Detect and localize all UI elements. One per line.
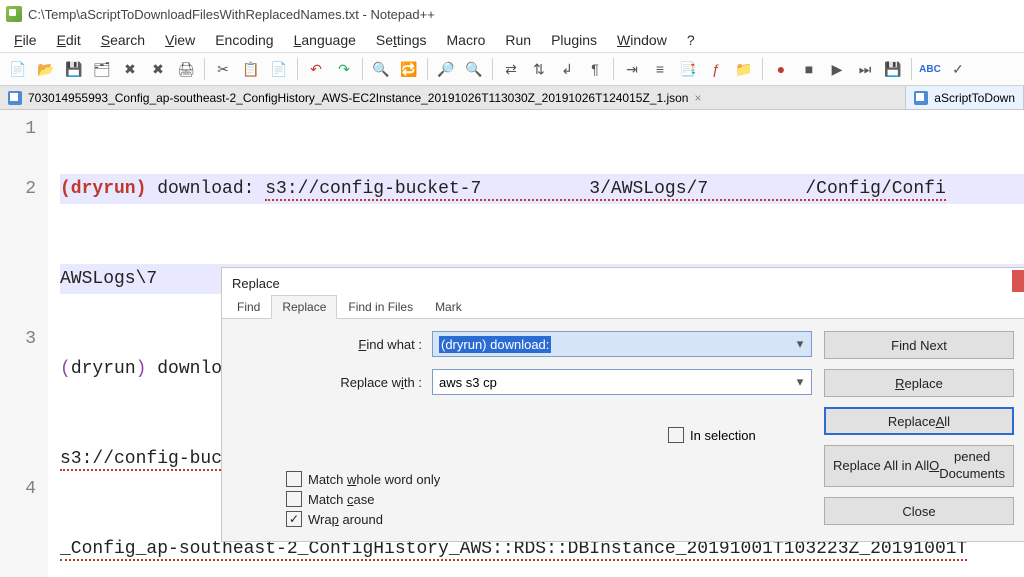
copy-icon[interactable]: 📋 (239, 57, 263, 81)
matchcase-label: Match case (308, 492, 374, 507)
rec-icon[interactable]: ● (769, 57, 793, 81)
menu-language[interactable]: Language (284, 29, 366, 51)
in-selection-label: In selection (690, 428, 756, 443)
menu-settings[interactable]: Settings (366, 29, 437, 51)
replace-button[interactable]: Replace (824, 369, 1014, 397)
closeall-icon[interactable]: ✖ (146, 57, 170, 81)
replace-all-button[interactable]: Replace All (824, 407, 1014, 435)
menu-plugins[interactable]: Plugins (541, 29, 607, 51)
menu-encoding[interactable]: Encoding (205, 29, 283, 51)
replacewith-input[interactable]: aws s3 cp ▾ (432, 369, 812, 395)
doc-icon (8, 91, 22, 105)
dialog-title: Replace (222, 270, 1024, 295)
replacewith-value: aws s3 cp (439, 375, 497, 390)
tab-find[interactable]: Find (226, 295, 271, 319)
checkbox-icon[interactable] (668, 427, 684, 443)
find-icon[interactable]: 🔍 (369, 57, 393, 81)
close-icon[interactable]: ✖ (118, 57, 142, 81)
savem-icon[interactable]: 💾 (881, 57, 905, 81)
findwhat-input[interactable]: (dryrun) download: ▾ (432, 331, 812, 357)
document-tabs: 703014955993_Config_ap-southeast-2_Confi… (0, 86, 1024, 110)
line-number: 3 (0, 324, 36, 354)
gutter: 1 2 3 4 (0, 110, 48, 577)
undo-icon[interactable]: ↶ (304, 57, 328, 81)
cut-icon[interactable]: ✂ (211, 57, 235, 81)
doc-tab-1[interactable]: 703014955993_Config_ap-southeast-2_Confi… (0, 86, 906, 109)
line-number: 4 (0, 474, 36, 504)
replacewith-label: Replace with : (232, 375, 432, 390)
menubar: File Edit Search View Encoding Language … (0, 28, 1024, 52)
dialog-close-icon[interactable] (1012, 270, 1024, 292)
redo-icon[interactable]: ↷ (332, 57, 356, 81)
doc-tab-1-label: 703014955993_Config_ap-southeast-2_Confi… (28, 91, 688, 105)
close-icon[interactable]: × (694, 91, 701, 105)
close-button[interactable]: Close (824, 497, 1014, 525)
new-icon[interactable]: 📄 (6, 57, 30, 81)
guide-icon[interactable]: ≡ (648, 57, 672, 81)
paste-icon[interactable]: 📄 (267, 57, 291, 81)
saveall-icon[interactable]: 🗂 (90, 57, 114, 81)
play-icon[interactable]: ▶ (825, 57, 849, 81)
checkbox-icon[interactable] (286, 491, 302, 507)
find-next-button[interactable]: Find Next (824, 331, 1014, 359)
checkbox-icon[interactable]: ✓ (286, 511, 302, 527)
titlebar: C:\Temp\aScriptToDownloadFilesWithReplac… (0, 0, 1024, 28)
doc-icon[interactable]: 📑 (676, 57, 700, 81)
spell2-icon[interactable]: ✓ (946, 57, 970, 81)
allchars-icon[interactable]: ¶ (583, 57, 607, 81)
line-number: 2 (0, 174, 36, 204)
doc-icon (914, 91, 928, 105)
menu-window[interactable]: Window (607, 29, 677, 51)
indent-icon[interactable]: ⇥ (620, 57, 644, 81)
zoomin-icon[interactable]: 🔎 (434, 57, 458, 81)
stop-icon[interactable]: ■ (797, 57, 821, 81)
func-icon[interactable]: ƒ (704, 57, 728, 81)
menu-macro[interactable]: Macro (437, 29, 496, 51)
tab-findinfiles[interactable]: Find in Files (337, 295, 424, 319)
replace-dialog: Replace Find Replace Find in Files Mark … (222, 268, 1024, 541)
chevron-down-icon[interactable]: ▾ (791, 334, 809, 354)
tab-mark[interactable]: Mark (424, 295, 473, 319)
chevron-down-icon[interactable]: ▾ (791, 372, 809, 392)
doc-tab-2[interactable]: aScriptToDown (906, 86, 1024, 109)
menu-help[interactable]: ? (677, 29, 705, 51)
checkbox-icon[interactable] (286, 471, 302, 487)
wrap-icon[interactable]: ↲ (555, 57, 579, 81)
matchword-label: Match whole word only (308, 472, 440, 487)
doc-tab-2-label: aScriptToDown (934, 91, 1015, 105)
playm-icon[interactable]: ⏭ (853, 57, 877, 81)
folder-icon[interactable]: 📁 (732, 57, 756, 81)
zoomout-icon[interactable]: 🔍 (462, 57, 486, 81)
toolbar: 📄 📂 💾 🗂 ✖ ✖ 🖨 ✂ 📋 📄 ↶ ↷ 🔍 🔁 🔎 🔍 ⇄ ⇅ ↲ ¶ … (0, 52, 1024, 86)
app-icon (6, 6, 22, 22)
menu-file[interactable]: File (4, 29, 47, 51)
sync2-icon[interactable]: ⇅ (527, 57, 551, 81)
menu-edit[interactable]: Edit (47, 29, 91, 51)
findwhat-label: Find what : (232, 337, 432, 352)
save-icon[interactable]: 💾 (62, 57, 86, 81)
open-icon[interactable]: 📂 (34, 57, 58, 81)
sync-icon[interactable]: ⇄ (499, 57, 523, 81)
findwhat-value: (dryrun) download: (439, 336, 551, 353)
line-number: 1 (0, 114, 36, 144)
window-title: C:\Temp\aScriptToDownloadFilesWithReplac… (28, 7, 435, 22)
print-icon[interactable]: 🖨 (174, 57, 198, 81)
in-selection-checkbox[interactable]: In selection (668, 427, 756, 443)
wrap-label: Wrap around (308, 512, 383, 527)
dialog-tabs: Find Replace Find in Files Mark (222, 295, 1024, 319)
menu-view[interactable]: View (155, 29, 205, 51)
menu-search[interactable]: Search (91, 29, 155, 51)
replace-all-open-button[interactable]: Replace All in All OpenedDocuments (824, 445, 1014, 487)
replace-icon[interactable]: 🔁 (397, 57, 421, 81)
dialog-buttons: Find Next Replace Replace All Replace Al… (824, 331, 1014, 525)
spell-icon[interactable]: ABC (918, 57, 942, 81)
menu-run[interactable]: Run (495, 29, 541, 51)
tab-replace[interactable]: Replace (271, 295, 337, 319)
